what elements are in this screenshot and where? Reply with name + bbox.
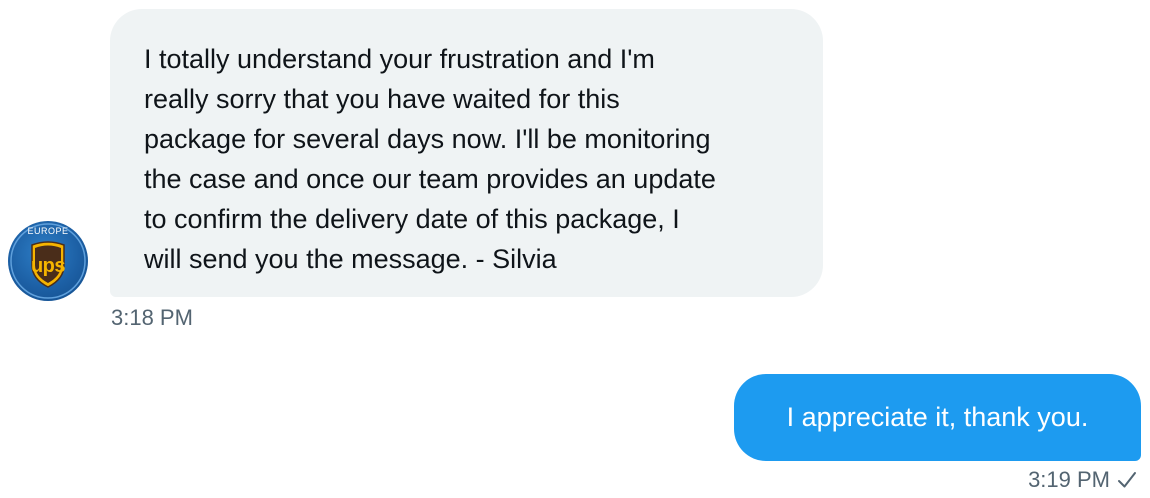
checkmark-icon	[1116, 469, 1138, 491]
outgoing-message-meta: 3:19 PM	[1028, 467, 1138, 493]
incoming-message-timestamp: 3:18 PM	[111, 305, 193, 330]
avatar-ring-label: EUROPE	[27, 226, 69, 236]
outgoing-message-text: I appreciate it, thank you.	[786, 402, 1089, 432]
avatar[interactable]: EUROPE ups	[8, 221, 88, 301]
avatar-logo-label: ups	[30, 255, 66, 277]
incoming-message-text: I totally understand your frustration an…	[144, 44, 716, 274]
outgoing-message-bubble[interactable]: I appreciate it, thank you.	[734, 374, 1141, 461]
outgoing-message-timestamp: 3:19 PM	[1028, 467, 1110, 492]
incoming-message-bubble[interactable]: I totally understand your frustration an…	[110, 9, 823, 297]
